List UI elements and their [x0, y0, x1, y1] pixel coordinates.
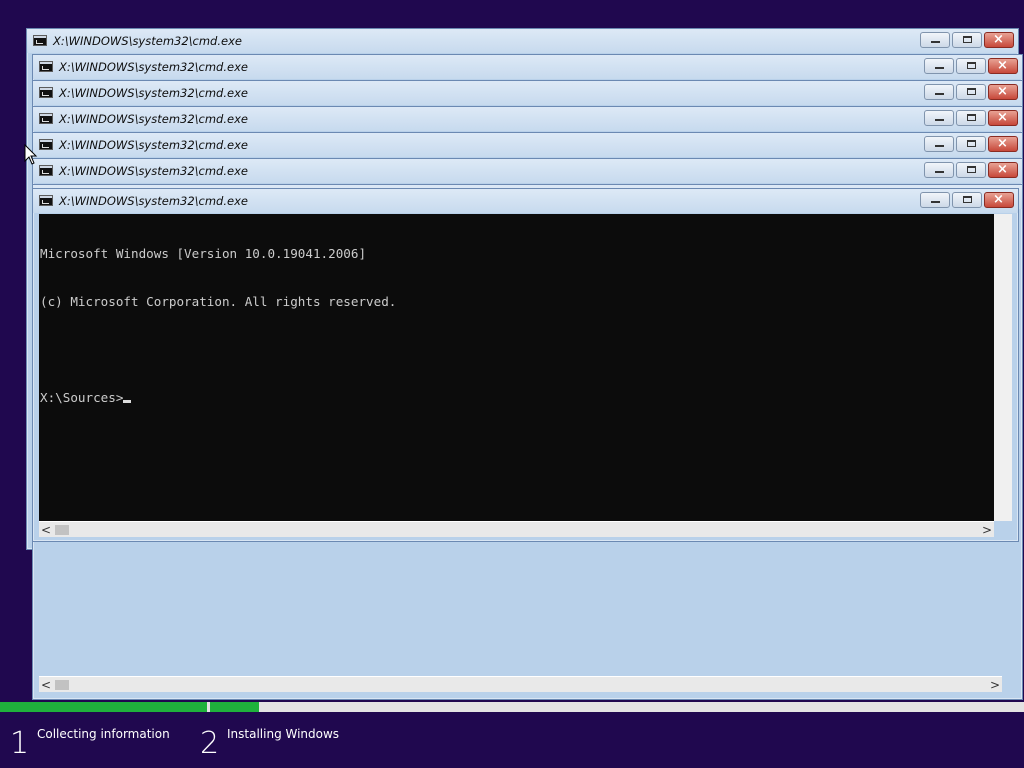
minimize-button[interactable]: [920, 32, 950, 48]
vertical-scrollbar[interactable]: [994, 214, 1012, 521]
text-cursor: [123, 400, 132, 403]
title-bar[interactable]: X:\WINDOWS\system32\cmd.exe ×: [33, 189, 1018, 213]
maximize-button[interactable]: [956, 162, 986, 178]
window-title: X:\WINDOWS\system32\cmd.exe: [59, 164, 248, 178]
title-bar[interactable]: X:\WINDOWS\system32\cmd.exe ×: [27, 29, 1018, 53]
scroll-left-arrow[interactable]: <: [39, 522, 53, 538]
cmd-icon: [33, 35, 47, 46]
close-icon: ×: [993, 192, 1004, 207]
cmd-icon: [39, 87, 53, 98]
minimize-icon: [935, 119, 944, 121]
close-icon: ×: [997, 136, 1008, 151]
title-bar[interactable]: X:\WINDOWS\system32\cmd.exe ×: [33, 133, 1022, 157]
scroll-right-arrow[interactable]: >: [988, 677, 1002, 693]
step-1-progress-bar: [0, 702, 207, 712]
horizontal-scrollbar[interactable]: < >: [39, 521, 994, 537]
cmd-icon: [39, 113, 53, 124]
maximize-button[interactable]: [956, 136, 986, 152]
maximize-button[interactable]: [956, 84, 986, 100]
minimize-icon: [931, 201, 940, 203]
close-button[interactable]: ×: [988, 84, 1018, 100]
close-icon: ×: [997, 162, 1008, 177]
cmd-icon: [39, 61, 53, 72]
close-button[interactable]: ×: [988, 58, 1018, 74]
maximize-button[interactable]: [956, 58, 986, 74]
minimize-button[interactable]: [924, 84, 954, 100]
title-bar[interactable]: X:\WINDOWS\system32\cmd.exe ×: [33, 81, 1022, 105]
console-output[interactable]: Microsoft Windows [Version 10.0.19041.20…: [39, 214, 994, 521]
close-button[interactable]: ×: [988, 162, 1018, 178]
window-title: X:\WINDOWS\system32\cmd.exe: [59, 60, 248, 74]
maximize-icon: [967, 140, 976, 147]
minimize-button[interactable]: [920, 192, 950, 208]
minimize-icon: [935, 171, 944, 173]
maximize-icon: [963, 36, 972, 43]
cmd-window-active[interactable]: X:\WINDOWS\system32\cmd.exe × Microsoft …: [32, 188, 1019, 542]
title-bar[interactable]: X:\WINDOWS\system32\cmd.exe ×: [33, 159, 1022, 183]
minimize-button[interactable]: [924, 110, 954, 126]
close-button[interactable]: ×: [984, 32, 1014, 48]
step-number: 2: [200, 726, 220, 761]
close-button[interactable]: ×: [988, 136, 1018, 152]
horizontal-scrollbar[interactable]: < >: [39, 676, 1002, 692]
scroll-right-arrow[interactable]: >: [980, 522, 994, 538]
window-title: X:\WINDOWS\system32\cmd.exe: [59, 138, 248, 152]
maximize-button[interactable]: [956, 110, 986, 126]
scroll-thumb[interactable]: [55, 525, 69, 535]
step-number: 1: [10, 726, 30, 761]
cmd-icon: [39, 195, 53, 206]
close-icon: ×: [993, 32, 1004, 47]
mouse-pointer-icon: [24, 144, 38, 165]
step-label: Collecting information: [37, 727, 170, 741]
minimize-button[interactable]: [924, 136, 954, 152]
title-bar[interactable]: X:\WINDOWS\system32\cmd.exe ×: [33, 107, 1022, 131]
maximize-icon: [967, 114, 976, 121]
scroll-thumb[interactable]: [55, 680, 69, 690]
window-title: X:\WINDOWS\system32\cmd.exe: [59, 194, 248, 208]
scroll-left-arrow[interactable]: <: [39, 677, 53, 693]
minimize-icon: [935, 145, 944, 147]
close-icon: ×: [997, 84, 1008, 99]
close-button[interactable]: ×: [984, 192, 1014, 208]
console-prompt-line: X:\Sources>: [39, 390, 994, 406]
close-button[interactable]: ×: [988, 110, 1018, 126]
close-icon: ×: [997, 110, 1008, 125]
cmd-icon: [39, 139, 53, 150]
console-prompt: X:\Sources>: [40, 390, 124, 405]
window-title: X:\WINDOWS\system32\cmd.exe: [59, 112, 248, 126]
minimize-button[interactable]: [924, 162, 954, 178]
console-line: (c) Microsoft Corporation. All rights re…: [40, 294, 397, 309]
maximize-icon: [963, 196, 972, 203]
cmd-icon: [39, 165, 53, 176]
minimize-icon: [935, 93, 944, 95]
step-2-progress-bar: [210, 702, 259, 712]
step-label: Installing Windows: [227, 727, 340, 741]
maximize-icon: [967, 62, 976, 69]
maximize-icon: [967, 88, 976, 95]
maximize-icon: [967, 166, 976, 173]
minimize-button[interactable]: [924, 58, 954, 74]
maximize-button[interactable]: [952, 192, 982, 208]
maximize-button[interactable]: [952, 32, 982, 48]
close-icon: ×: [997, 58, 1008, 73]
console-line: Microsoft Windows [Version 10.0.19041.20…: [40, 246, 367, 261]
title-bar[interactable]: X:\WINDOWS\system32\cmd.exe ×: [33, 55, 1022, 79]
window-title: X:\WINDOWS\system32\cmd.exe: [53, 34, 242, 48]
minimize-icon: [931, 41, 940, 43]
minimize-icon: [935, 67, 944, 69]
window-title: X:\WINDOWS\system32\cmd.exe: [59, 86, 248, 100]
